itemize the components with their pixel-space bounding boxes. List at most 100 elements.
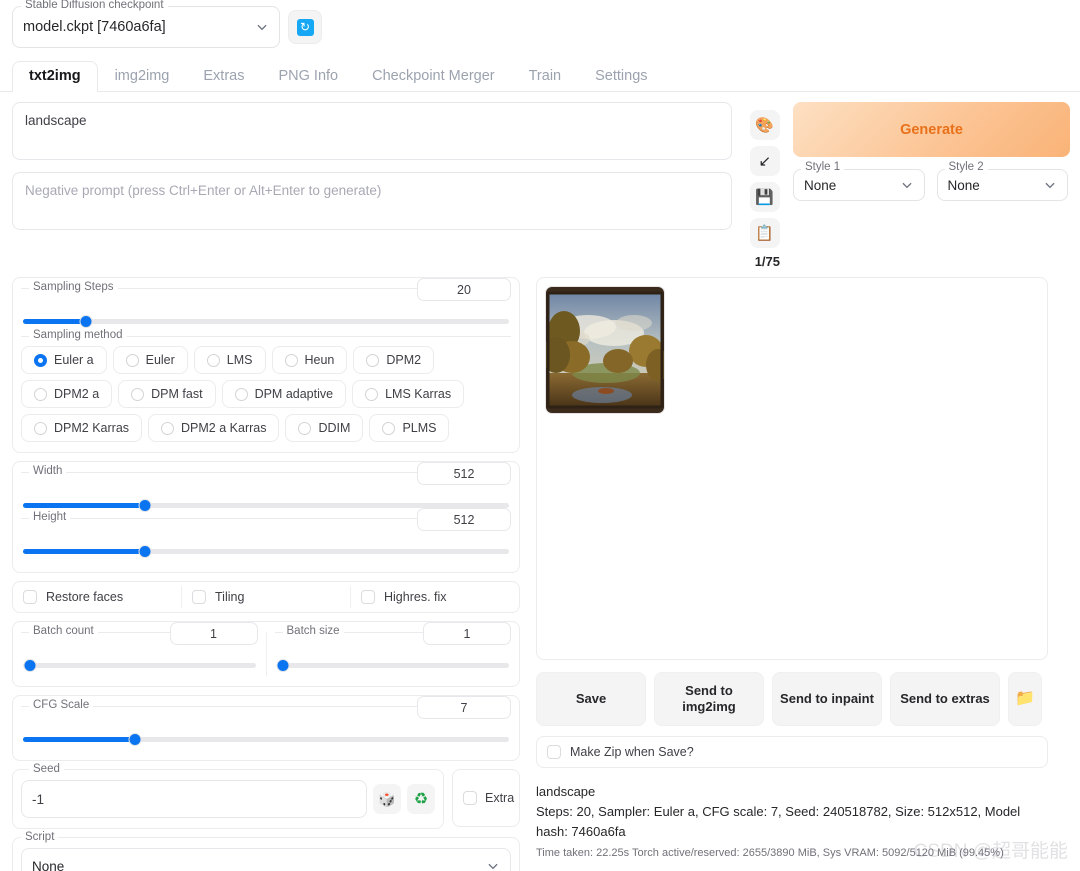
- slider-track: [23, 663, 256, 668]
- cfg-slider[interactable]: [23, 732, 509, 746]
- slider-track: [23, 319, 509, 324]
- style-1-value: None: [804, 177, 837, 193]
- radio-icon: [125, 353, 139, 367]
- checkpoint-select[interactable]: Stable Diffusion checkpoint model.ckpt […: [12, 0, 280, 48]
- radio-dpm-adaptive[interactable]: DPM adaptive: [221, 380, 347, 408]
- reuse-seed-icon[interactable]: ♻: [407, 784, 435, 814]
- batch-size-label: Batch size: [282, 625, 344, 637]
- seed-input[interactable]: -1: [21, 780, 367, 818]
- make-zip-checkbox[interactable]: Make Zip when Save?: [536, 736, 1048, 768]
- refresh-icon: ↻: [296, 18, 314, 36]
- generated-image[interactable]: [545, 286, 665, 414]
- slider-thumb[interactable]: [79, 315, 93, 328]
- chevron-down-icon: [900, 178, 914, 192]
- radio-dpm2-karras[interactable]: DPM2 Karras: [21, 414, 143, 442]
- sampling-steps-slider[interactable]: [23, 314, 509, 328]
- slider-thumb[interactable]: [128, 733, 142, 746]
- batch-size-field: Batch size 1: [274, 622, 511, 654]
- script-card: Script None: [12, 831, 520, 871]
- radio-euler[interactable]: Euler: [112, 346, 188, 374]
- radio-heun[interactable]: Heun: [271, 346, 348, 374]
- height-slider[interactable]: [23, 544, 509, 558]
- save-button[interactable]: Save: [536, 672, 646, 726]
- palette-icon[interactable]: 🎨: [749, 110, 780, 140]
- send-to-inpaint-button[interactable]: Send to inpaint: [772, 672, 882, 726]
- tab-png-info[interactable]: PNG Info: [261, 61, 355, 92]
- seed-extra-checkbox[interactable]: Extra: [452, 769, 520, 827]
- radio-dpm2-a-karras[interactable]: DPM2 a Karras: [148, 414, 280, 442]
- send-to-img2img-button[interactable]: Send to img2img: [654, 672, 764, 726]
- checkbox-icon: [23, 590, 37, 604]
- batch-row: Batch count 1 Batch size 1: [13, 622, 519, 676]
- radio-label: DDIM: [318, 421, 351, 435]
- generate-button[interactable]: Generate: [793, 102, 1070, 157]
- result-gallery[interactable]: [536, 277, 1048, 660]
- radio-icon: [365, 387, 379, 401]
- width-field: Width 512: [21, 462, 511, 494]
- tab-extras[interactable]: Extras: [186, 61, 261, 92]
- refresh-checkpoints-button[interactable]: ↻: [288, 10, 322, 44]
- checkbox-icon: [192, 590, 206, 604]
- script-label: Script: [21, 831, 59, 843]
- sampling-method-radios: Euler a Euler LMS Heun DPM2 DPM2 a DPM f…: [21, 346, 511, 442]
- negative-prompt-input[interactable]: Negative prompt (press Ctrl+Enter or Alt…: [12, 172, 732, 230]
- height-value[interactable]: 512: [417, 508, 511, 531]
- tab-txt2img[interactable]: txt2img: [12, 61, 98, 92]
- batch-count-label: Batch count: [29, 625, 98, 637]
- slider-fill: [23, 503, 145, 508]
- radio-icon: [298, 421, 312, 435]
- seed-card: Seed -1 🎲 ♻: [12, 763, 444, 829]
- slider-thumb[interactable]: [138, 545, 151, 558]
- radio-euler-a[interactable]: Euler a: [21, 346, 107, 374]
- radio-label: DPM adaptive: [254, 387, 334, 401]
- batch-size-slider[interactable]: [276, 658, 509, 672]
- radio-dpm2[interactable]: DPM2: [353, 346, 435, 374]
- radio-plms[interactable]: PLMS: [369, 414, 450, 442]
- tab-checkpoint-merger[interactable]: Checkpoint Merger: [355, 61, 512, 92]
- style-2-select[interactable]: Style 2 None: [936, 161, 1068, 201]
- paintbrush-icon[interactable]: ↙: [749, 146, 780, 176]
- radio-label: LMS: [226, 353, 253, 367]
- prompt-input[interactable]: landscape: [12, 102, 732, 160]
- radio-lms-karras[interactable]: LMS Karras: [352, 380, 465, 408]
- highres-fix-checkbox[interactable]: Highres. fix: [351, 586, 519, 608]
- save-style-icon[interactable]: 💾: [749, 182, 780, 212]
- radio-icon: [206, 353, 220, 367]
- radio-label: LMS Karras: [385, 387, 452, 401]
- tab-img2img[interactable]: img2img: [98, 61, 187, 92]
- restore-faces-checkbox[interactable]: Restore faces: [13, 586, 182, 608]
- batch-size-value[interactable]: 1: [423, 622, 511, 645]
- slider-thumb[interactable]: [276, 659, 290, 672]
- batch-count-slider[interactable]: [23, 658, 256, 672]
- radio-dpm-fast[interactable]: DPM fast: [118, 380, 216, 408]
- send-to-extras-button[interactable]: Send to extras: [890, 672, 1000, 726]
- checkbox-icon: [547, 745, 561, 759]
- randomize-seed-icon[interactable]: 🎲: [373, 784, 401, 814]
- radio-dpm2-a[interactable]: DPM2 a: [21, 380, 113, 408]
- cfg-value[interactable]: 7: [417, 696, 511, 719]
- tab-settings[interactable]: Settings: [578, 61, 664, 92]
- clipboard-icon[interactable]: 📋: [749, 218, 780, 248]
- cfg-field: CFG Scale 7: [21, 696, 511, 728]
- height-field: Height 512: [21, 508, 511, 540]
- sampling-steps-value[interactable]: 20: [417, 278, 511, 301]
- script-select[interactable]: None: [21, 848, 511, 871]
- batch-count-field: Batch count 1: [21, 622, 258, 654]
- highres-fix-label: Highres. fix: [384, 590, 447, 604]
- style-1-select[interactable]: Style 1 None: [793, 161, 925, 201]
- width-value[interactable]: 512: [417, 462, 511, 485]
- slider-thumb[interactable]: [23, 659, 37, 672]
- radio-lms[interactable]: LMS: [193, 346, 266, 374]
- slider-thumb[interactable]: [138, 499, 151, 512]
- open-folder-icon[interactable]: 📁: [1008, 672, 1042, 726]
- batch-count-value[interactable]: 1: [169, 622, 258, 645]
- tiling-checkbox[interactable]: Tiling: [182, 586, 351, 608]
- tiling-label: Tiling: [215, 590, 245, 604]
- restore-faces-label: Restore faces: [46, 590, 124, 604]
- script-value: None: [32, 858, 65, 871]
- radio-label: Euler a: [54, 353, 94, 367]
- tab-train[interactable]: Train: [512, 61, 579, 92]
- checkpoint-value: model.ckpt [7460a6fa]: [23, 19, 166, 35]
- radio-ddim[interactable]: DDIM: [285, 414, 364, 442]
- radio-label: Euler: [145, 353, 175, 367]
